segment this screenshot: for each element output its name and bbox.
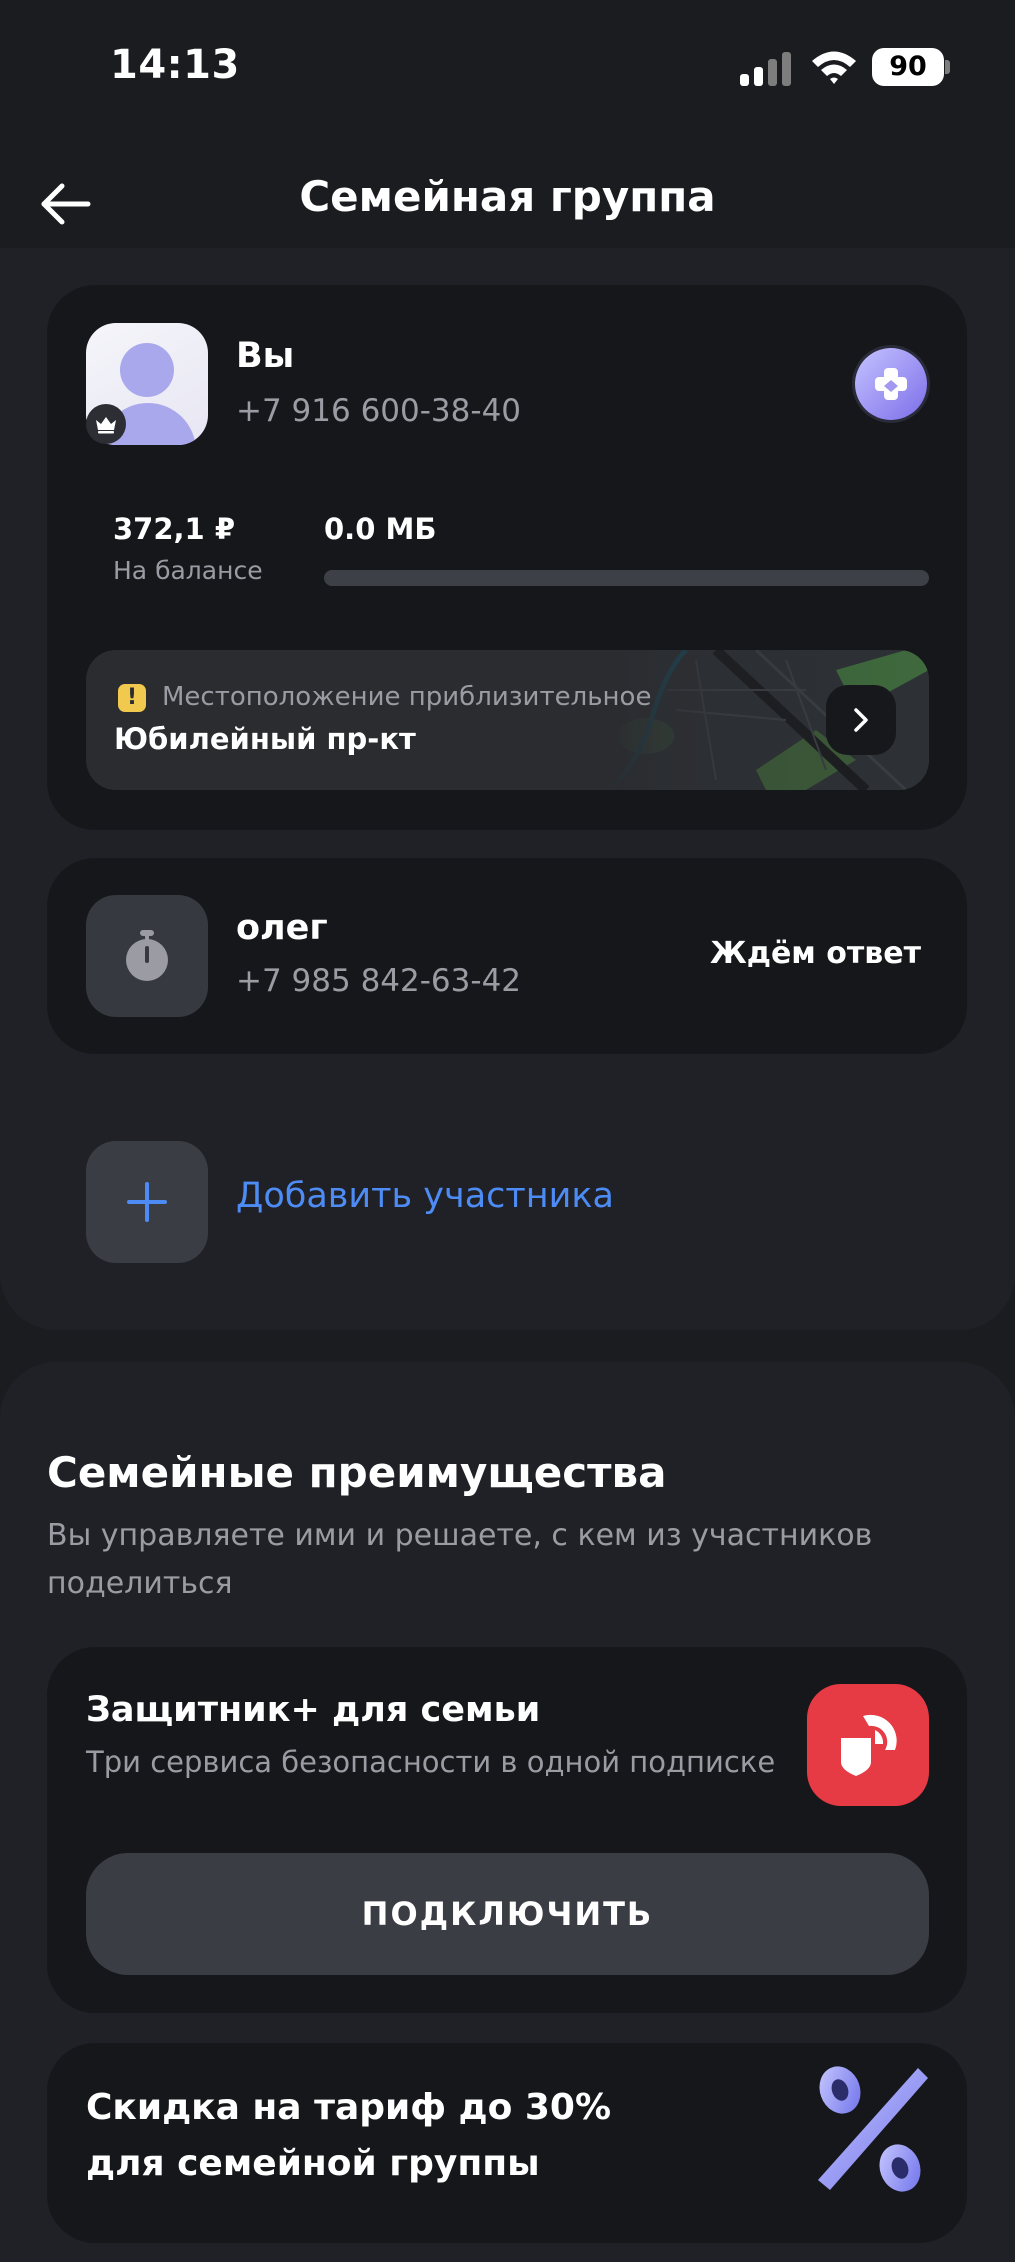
benefits-description: Вы управляете ими и решаете, с кем из уч…	[47, 1518, 873, 1601]
stopwatch-icon	[126, 930, 168, 981]
plus-icon	[127, 1182, 167, 1222]
invited-member-phone: +7 985 842-63-42	[236, 963, 522, 999]
location-open-button[interactable]	[826, 685, 896, 755]
premium-plus-button[interactable]	[855, 348, 927, 420]
owner-name: Вы	[236, 336, 295, 376]
connect-button[interactable]: подключить	[86, 1853, 929, 1975]
percent-icon	[818, 2066, 928, 2192]
plus-logo-icon	[875, 368, 907, 400]
back-button[interactable]	[36, 178, 96, 230]
warning-icon: !	[118, 684, 146, 712]
arrow-left-icon	[41, 183, 91, 225]
battery-indicator: 90	[872, 48, 944, 86]
wifi-icon	[812, 51, 856, 84]
status-time: 14:13	[110, 42, 240, 88]
traffic-value: 0.0 МБ	[324, 512, 437, 546]
shield-icon	[807, 1684, 929, 1806]
protector-title: Защитник+ для семьи	[86, 1690, 541, 1730]
invited-member-name: олег	[236, 908, 328, 948]
discount-title: Скидка на тариф до 30% для семейной груп…	[86, 2087, 612, 2184]
avatar-head	[120, 343, 174, 397]
add-member-link[interactable]: Добавить участника	[236, 1176, 614, 1216]
pending-avatar	[86, 895, 208, 1017]
crown-icon	[86, 404, 126, 444]
location-card[interactable]: ! Местоположение приблизительное Юбилейн…	[86, 650, 929, 790]
cellular-signal-icon	[740, 50, 794, 86]
owner-phone: +7 916 600-38-40	[236, 393, 522, 429]
battery-tip	[945, 60, 950, 74]
page-title: Семейная группа	[299, 172, 716, 221]
balance-value: 372,1 ₽	[113, 512, 236, 546]
invite-status-label: Ждём ответ	[710, 936, 921, 971]
traffic-progress-bar	[324, 570, 929, 586]
benefits-title: Семейные преимущества	[47, 1448, 667, 1497]
protector-description: Три сервиса безопасности в одной подписк…	[86, 1745, 776, 1779]
balance-label: На балансе	[113, 556, 263, 585]
location-name: Юбилейный пр-кт	[114, 722, 416, 756]
chevron-right-icon	[854, 708, 868, 732]
add-member-button[interactable]	[86, 1141, 208, 1263]
location-hint: Местоположение приблизительное	[162, 682, 652, 712]
